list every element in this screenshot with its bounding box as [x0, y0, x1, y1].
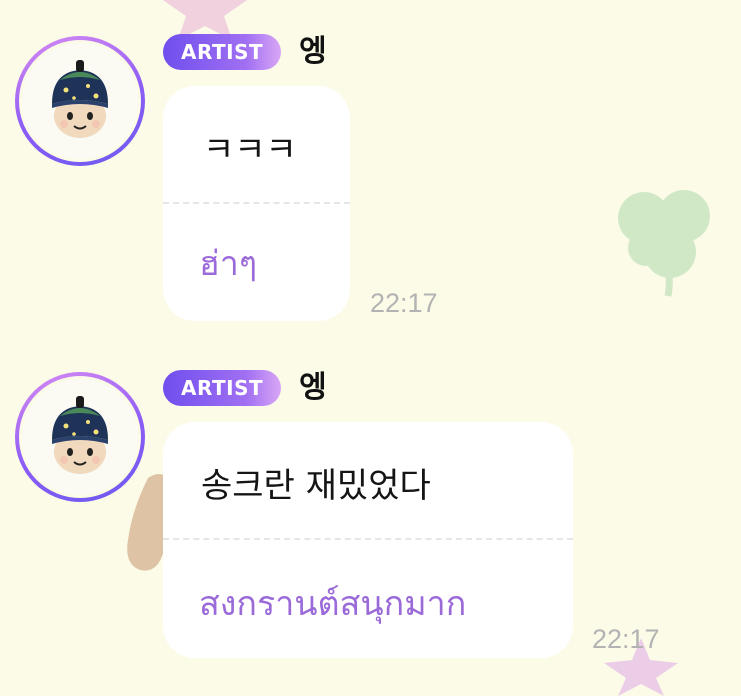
translation-text: ฮ่าๆ [199, 244, 258, 284]
message-bubble[interactable]: ㅋㅋㅋ ฮ่าๆ [163, 86, 350, 321]
sender-name: 엥 [299, 34, 327, 69]
artist-badge: ARTIST [163, 34, 282, 70]
artist-badge: ARTIST [163, 370, 282, 406]
message-text: 송크란 재밌었다 [201, 466, 431, 506]
artist-avatar[interactable] [15, 36, 145, 166]
message-bubble[interactable]: 송크란 재밌었다 สงกรานต์สนุกมาก [163, 422, 573, 658]
clover-decoration-icon [618, 190, 710, 297]
message-header: ARTIST 엥 [163, 368, 327, 408]
message-timestamp: 22:17 [592, 624, 660, 654]
translation-text: สงกรานต์สนุกมาก [199, 584, 467, 624]
knit-hat-character-icon [52, 396, 108, 474]
message-timestamp: 22:17 [370, 288, 438, 318]
knit-hat-character-icon [52, 60, 108, 138]
sender-name: 엥 [299, 370, 327, 405]
artist-avatar[interactable] [15, 372, 145, 502]
message-header: ARTIST 엥 [163, 32, 327, 72]
translation-divider [163, 538, 573, 540]
message-text: ㅋㅋㅋ [203, 130, 297, 170]
translation-divider [163, 202, 350, 204]
